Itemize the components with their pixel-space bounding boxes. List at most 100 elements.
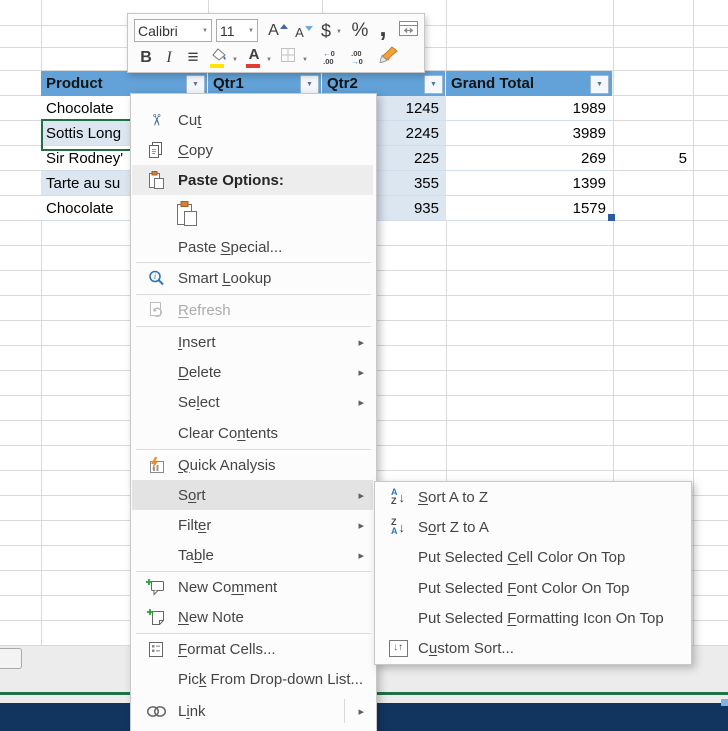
submenu-item-custom-sort[interactable]: ↓↑ Custom Sort...: [376, 633, 688, 663]
bold-icon: B: [140, 49, 152, 67]
accounting-format-dropdown[interactable]: ▼: [334, 26, 344, 38]
column-header-grand-total: Grand Total: [446, 71, 613, 96]
menu-item-label: New Comment: [178, 579, 277, 596]
submenu-item-label: Put Selected Cell Color On Top: [418, 549, 625, 566]
menu-item-refresh: Refresh: [132, 295, 373, 325]
borders-button[interactable]: [278, 48, 298, 67]
smart-lookup-icon: i: [141, 269, 171, 288]
menu-item-label: Insert: [178, 334, 216, 351]
align-center-button[interactable]: ≡: [182, 47, 204, 68]
menu-item-quick-analysis[interactable]: Quick Analysis: [132, 450, 373, 480]
cell-grand-total[interactable]: 3989: [446, 121, 613, 146]
filter-button-grand-total[interactable]: ▼: [590, 75, 609, 94]
font-name-value: Calibri: [138, 23, 178, 39]
submenu-item-label: Custom Sort...: [418, 640, 514, 657]
cell-outside-value[interactable]: 5: [613, 146, 693, 171]
menu-item-table[interactable]: Table ▸: [132, 540, 373, 570]
header-label: Product: [46, 75, 103, 92]
menu-item-label: Pick From Drop-down List...: [178, 671, 363, 688]
sort-az-icon: AZ ↓: [383, 488, 413, 506]
caret-down-icon: [305, 26, 313, 31]
sheet-tab-stub[interactable]: [0, 648, 22, 669]
menu-item-delete[interactable]: Delete ▸: [132, 357, 373, 387]
menu-item-clear-contents[interactable]: Clear Contents: [132, 418, 373, 448]
font-size-value: 11: [220, 23, 235, 39]
increase-decimal-button[interactable]: ←0 .00: [316, 48, 342, 67]
format-cells-icon: [141, 640, 171, 659]
fill-color-bar: [210, 64, 224, 68]
filter-button-product[interactable]: ▼: [186, 75, 205, 94]
comma-style-button[interactable]: ,: [374, 14, 392, 40]
flyout-arrow-icon: ▸: [358, 705, 364, 718]
new-comment-icon: [141, 578, 171, 596]
dollar-icon: $: [321, 21, 331, 42]
chevron-down-icon: ▼: [232, 57, 238, 63]
menu-item-link[interactable]: Link ▸: [132, 695, 373, 727]
font-color-bar: [246, 64, 260, 68]
menu-item-format-cells[interactable]: Format Cells...: [132, 634, 373, 664]
chevron-down-icon: ▼: [336, 29, 342, 35]
submenu-item-sort-z-to-a[interactable]: ZA ↓ Sort Z to A: [376, 512, 688, 542]
merge-table-icon: [398, 20, 419, 42]
font-color-letter: A: [249, 46, 260, 63]
menu-item-sort[interactable]: Sort ▸: [132, 480, 373, 510]
font-color-dropdown[interactable]: ▼: [264, 54, 274, 66]
format-painter-button[interactable]: [376, 46, 402, 68]
decrease-decimal-icon: .00 →0: [351, 50, 363, 66]
caret-up-icon: [280, 24, 288, 29]
increase-font-button[interactable]: A: [266, 20, 290, 42]
submenu-item-sort-a-to-z[interactable]: AZ ↓ Sort A to Z: [376, 482, 688, 512]
menu-item-new-note[interactable]: New Note: [132, 602, 373, 632]
font-name-combo[interactable]: Calibri ▼: [134, 19, 212, 42]
submenu-item-cell-color-on-top[interactable]: Put Selected Cell Color On Top: [376, 542, 688, 573]
menu-item-cut[interactable]: ✂ Cut: [132, 105, 373, 135]
decrease-decimal-button[interactable]: .00 →0: [344, 48, 370, 67]
scissors-icon: ✂: [146, 105, 166, 135]
paste-option-button[interactable]: [170, 200, 204, 228]
filter-button-qtr1[interactable]: ▼: [300, 75, 319, 94]
comma-icon: ,: [379, 12, 386, 43]
menu-item-label: Paste Special...: [178, 239, 282, 256]
flyout-arrow-icon: ▸: [358, 489, 364, 502]
submenu-item-font-color-on-top[interactable]: Put Selected Font Color On Top: [376, 573, 688, 603]
submenu-item-formatting-icon-on-top[interactable]: Put Selected Formatting Icon On Top: [376, 603, 688, 633]
menu-item-copy[interactable]: Copy: [132, 135, 373, 165]
percent-icon: %: [352, 20, 369, 42]
menu-item-label: Copy: [178, 142, 213, 159]
cell-grand-total[interactable]: 1399: [446, 171, 613, 196]
menu-item-paste-special[interactable]: Paste Special...: [132, 233, 373, 262]
cell-grand-total[interactable]: 1989: [446, 96, 613, 121]
percent-style-button[interactable]: %: [348, 19, 372, 43]
decrease-font-button[interactable]: A: [292, 22, 316, 42]
flyout-arrow-icon: ▸: [358, 396, 364, 409]
menu-item-label: New Note: [178, 609, 244, 626]
accounting-format-button[interactable]: $: [318, 19, 334, 43]
menu-item-new-comment[interactable]: New Comment: [132, 572, 373, 602]
borders-dropdown[interactable]: ▼: [300, 54, 310, 66]
chevron-down-icon: ▼: [198, 28, 208, 34]
cell-grand-total[interactable]: 269: [446, 146, 613, 171]
header-label: Qtr2: [327, 75, 358, 92]
link-chain-icon: [141, 705, 171, 718]
excel-screenshot: Product Qtr1 Qtr2 Grand Total ▼ ▼ ▼ ▼ Ch…: [0, 0, 728, 731]
copy-icon: [141, 141, 171, 159]
fill-color-dropdown[interactable]: ▼: [230, 54, 240, 66]
font-size-combo[interactable]: 11 ▼: [216, 19, 258, 42]
filter-button-qtr2[interactable]: ▼: [424, 75, 443, 94]
menu-item-select[interactable]: Select ▸: [132, 387, 373, 417]
flyout-arrow-icon: ▸: [358, 549, 364, 562]
menu-item-insert[interactable]: Insert ▸: [132, 327, 373, 357]
merge-center-button[interactable]: [396, 21, 420, 41]
bold-button[interactable]: B: [136, 47, 156, 68]
paste-clipboard-icon: [141, 170, 171, 190]
italic-button[interactable]: I: [160, 47, 178, 68]
table-resize-handle[interactable]: [608, 214, 615, 221]
menu-item-label: Format Cells...: [178, 641, 276, 658]
menu-item-filter[interactable]: Filter ▸: [132, 510, 373, 540]
menu-item-smart-lookup[interactable]: i Smart Lookup: [132, 263, 373, 293]
cell-grand-total[interactable]: 1579: [446, 196, 613, 221]
fill-color-button[interactable]: [208, 46, 230, 69]
font-color-button[interactable]: A: [244, 45, 264, 69]
flyout-arrow-icon: ▸: [358, 366, 364, 379]
menu-item-pick-from-list[interactable]: Pick From Drop-down List...: [132, 664, 373, 695]
